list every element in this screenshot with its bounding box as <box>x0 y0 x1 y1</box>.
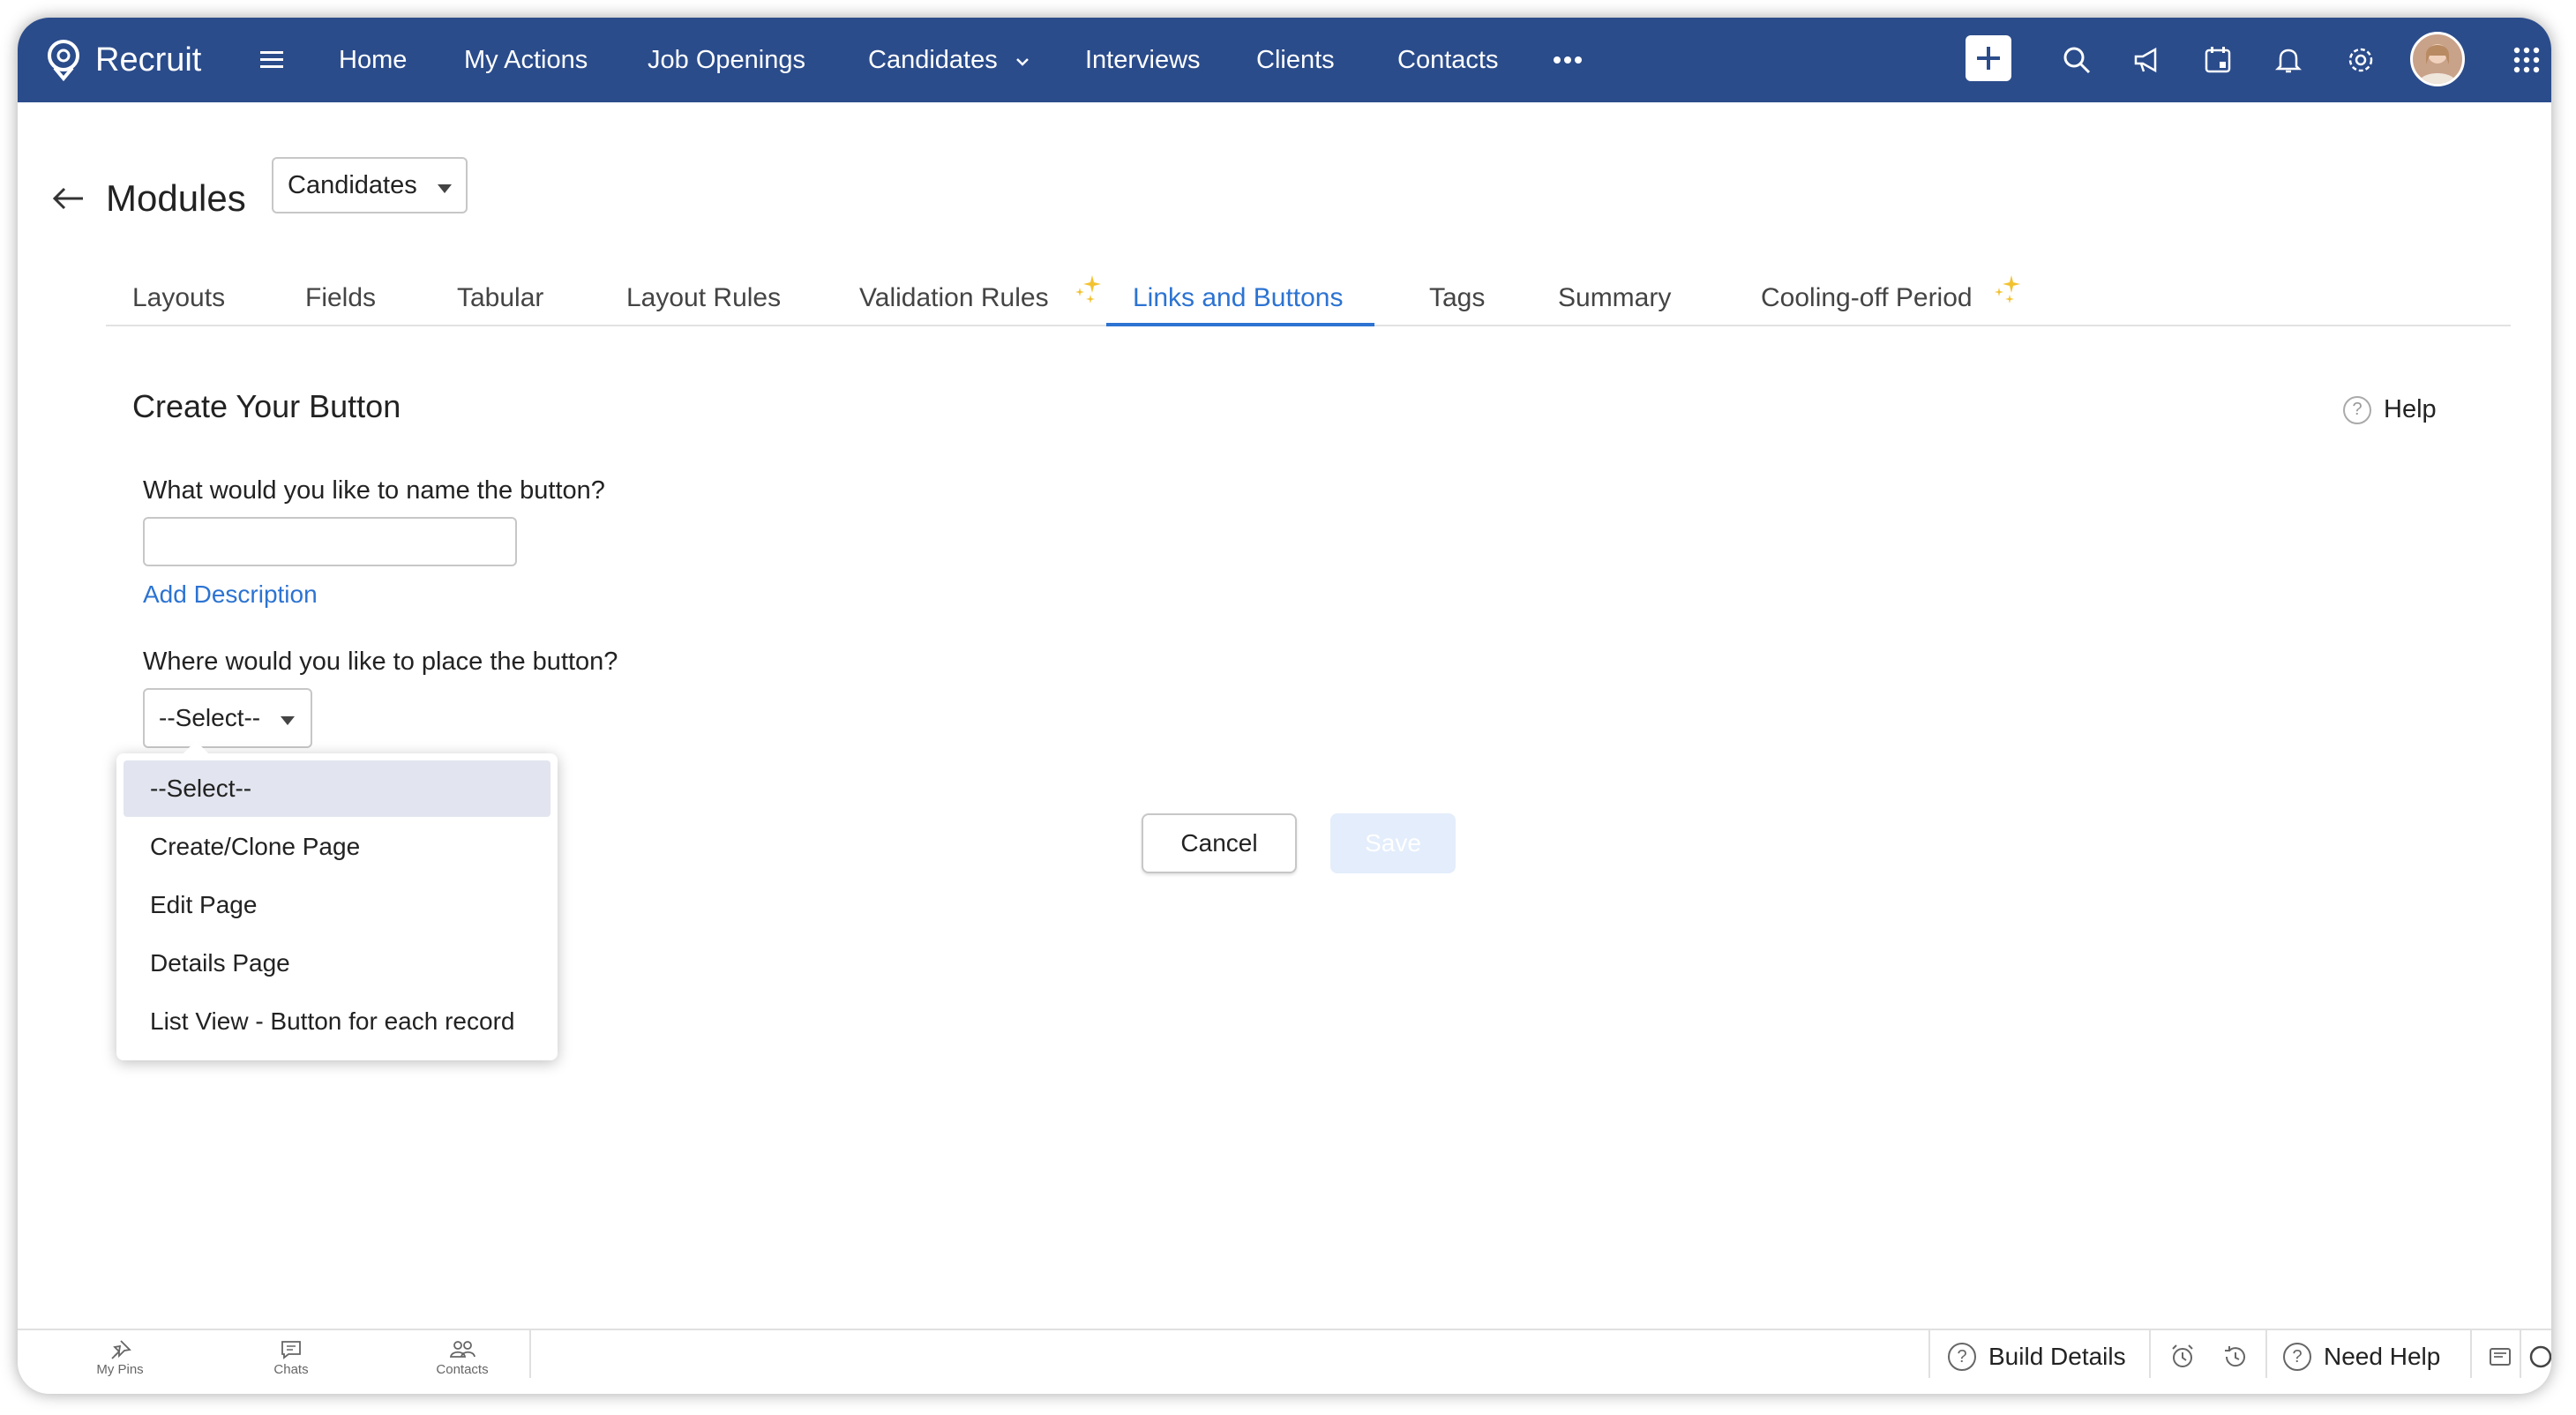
need-help-label: Need Help <box>2324 1343 2441 1370</box>
need-help-button[interactable]: ? Need Help <box>2283 1339 2440 1374</box>
placement-option-list-view[interactable]: List View - Button for each record <box>124 993 550 1050</box>
tab-summary[interactable]: Summary <box>1558 281 1671 316</box>
add-new-button[interactable] <box>1966 35 2011 81</box>
contacts-button[interactable]: Contacts <box>409 1339 515 1377</box>
button-placement-select[interactable]: --Select-- <box>143 688 312 748</box>
gear-icon[interactable] <box>2343 42 2378 78</box>
menu-icon[interactable] <box>254 42 289 78</box>
back-arrow-icon[interactable] <box>44 176 94 221</box>
recruit-logo-icon <box>48 40 79 82</box>
tab-tabular[interactable]: Tabular <box>457 281 543 316</box>
bottom-divider <box>2265 1330 2267 1378</box>
bottom-bar: My Pins Chats Contacts ? Build Details ?… <box>18 1329 2551 1394</box>
page-title: Modules <box>106 177 246 219</box>
nav-clients[interactable]: Clients <box>1256 42 1335 78</box>
module-select-value: Candidates <box>288 170 417 199</box>
question-icon: ? <box>2283 1343 2311 1371</box>
bottom-divider <box>2149 1330 2151 1378</box>
history-icon[interactable] <box>2218 1339 2253 1374</box>
section-title: Create Your Button <box>132 388 401 424</box>
placement-option-details-page[interactable]: Details Page <box>124 935 550 992</box>
placement-option-select[interactable]: --Select-- <box>124 760 550 817</box>
chat-icon <box>281 1341 301 1359</box>
save-button[interactable]: Save <box>1330 813 1456 873</box>
bottom-divider <box>2520 1330 2521 1378</box>
build-details-label: Build Details <box>1988 1343 2126 1370</box>
status-circle-icon[interactable] <box>2523 1339 2551 1374</box>
notes-icon[interactable] <box>2482 1339 2518 1374</box>
sparkle-icon <box>1075 275 1101 303</box>
nav-home[interactable]: Home <box>339 42 407 78</box>
alarm-clock-icon[interactable] <box>2165 1339 2200 1374</box>
app-logo[interactable]: Recruit <box>44 34 201 86</box>
app-window: Recruit Home My Actions Job Openings Can… <box>18 18 2551 1394</box>
contacts-icon <box>449 1341 476 1358</box>
nav-candidates[interactable]: Candidates <box>868 42 1031 78</box>
placement-select-value: --Select-- <box>159 704 261 731</box>
tab-fields[interactable]: Fields <box>305 281 376 316</box>
nav-my-actions[interactable]: My Actions <box>464 42 588 78</box>
tab-tags[interactable]: Tags <box>1429 281 1485 316</box>
nav-contacts[interactable]: Contacts <box>1397 42 1498 78</box>
tab-layouts[interactable]: Layouts <box>132 281 225 316</box>
nav-job-openings[interactable]: Job Openings <box>648 42 805 78</box>
apps-grid-icon[interactable] <box>2509 42 2544 78</box>
tab-layout-rules[interactable]: Layout Rules <box>626 281 781 316</box>
question-icon: ? <box>1948 1343 1976 1371</box>
name-question-label: What would you like to name the button? <box>143 476 605 505</box>
active-tab-indicator <box>1106 323 1374 326</box>
place-question-label: Where would you like to place the button… <box>143 648 618 676</box>
help-link[interactable]: ? Help <box>2343 395 2437 424</box>
search-icon[interactable] <box>2059 42 2094 78</box>
build-details-button[interactable]: ? Build Details <box>1948 1339 2126 1374</box>
help-icon: ? <box>2343 395 2371 424</box>
pin-icon <box>111 1340 131 1359</box>
placement-option-create-clone-page[interactable]: Create/Clone Page <box>124 819 550 875</box>
caret-down-icon <box>281 716 295 725</box>
sparkle-icon <box>1995 275 2020 303</box>
add-description-link[interactable]: Add Description <box>143 580 318 609</box>
app-name: Recruit <box>95 41 202 79</box>
bottom-divider <box>2470 1330 2472 1378</box>
top-navbar: Recruit Home My Actions Job Openings Can… <box>18 18 2551 102</box>
placement-dropdown-menu: --Select-- Create/Clone Page Edit Page D… <box>116 740 558 1060</box>
my-pins-button[interactable]: My Pins <box>67 1339 173 1377</box>
more-icon[interactable] <box>1553 42 1583 78</box>
tab-validation-rules[interactable]: Validation Rules <box>859 281 1049 316</box>
chats-button[interactable]: Chats <box>238 1339 344 1377</box>
contacts-label: Contacts <box>436 1362 489 1377</box>
bottom-divider <box>529 1330 531 1378</box>
cancel-button[interactable]: Cancel <box>1142 813 1297 873</box>
chats-label: Chats <box>273 1362 309 1377</box>
bell-icon[interactable] <box>2271 42 2306 78</box>
calendar-icon[interactable] <box>2200 42 2235 78</box>
nav-interviews[interactable]: Interviews <box>1085 42 1201 78</box>
placement-option-edit-page[interactable]: Edit Page <box>124 877 550 933</box>
my-pins-label: My Pins <box>96 1362 144 1377</box>
user-avatar[interactable] <box>2410 32 2465 86</box>
bottom-divider <box>1928 1330 1930 1378</box>
nav-candidates-label: Candidates <box>868 46 998 74</box>
chevron-down-icon <box>1015 58 1029 66</box>
tab-cooling-off-period[interactable]: Cooling-off Period <box>1761 281 1973 316</box>
button-name-input[interactable] <box>143 517 517 566</box>
tab-links-and-buttons[interactable]: Links and Buttons <box>1133 281 1344 316</box>
help-label: Help <box>2384 395 2437 423</box>
caret-down-icon <box>438 184 452 193</box>
module-select[interactable]: Candidates <box>272 157 468 213</box>
plus-icon <box>1977 47 2000 70</box>
announcement-icon[interactable] <box>2130 42 2165 78</box>
